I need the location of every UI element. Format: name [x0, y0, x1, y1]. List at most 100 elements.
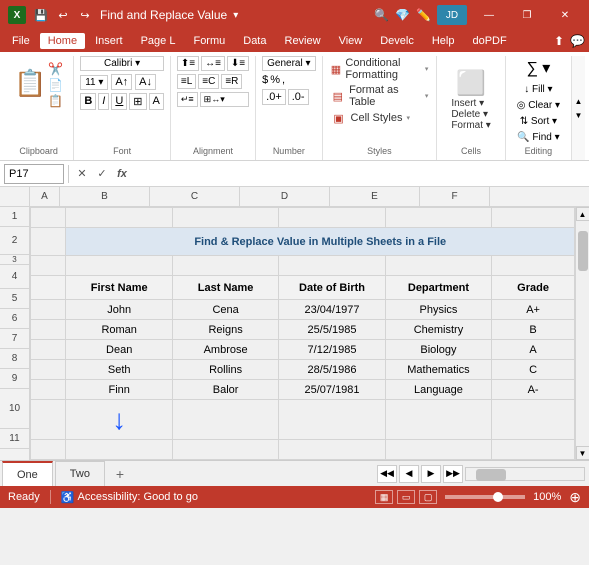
format-btn[interactable]: Format ▾: [451, 120, 490, 131]
comma-button[interactable]: ,: [282, 74, 285, 86]
cell-a1[interactable]: [31, 208, 66, 228]
formula-insert-function-button[interactable]: fx: [113, 165, 131, 183]
sheet-scroll-right-right[interactable]: ▶▶: [443, 465, 463, 483]
cell-e1[interactable]: [385, 208, 491, 228]
clear-button[interactable]: ◎ Clear ▾: [514, 99, 563, 112]
wrap-text-button[interactable]: ↵≡: [177, 92, 198, 107]
cell-styles-button[interactable]: ▣ Cell Styles ▾: [329, 110, 431, 126]
italic-button[interactable]: I: [98, 93, 109, 110]
cell-c11[interactable]: [172, 440, 278, 460]
center-align-button[interactable]: ≡C: [198, 74, 219, 89]
menu-developer[interactable]: Develc: [372, 33, 422, 49]
formula-cancel-button[interactable]: ✕: [73, 165, 91, 183]
number-format-dropdown[interactable]: General ▾: [262, 56, 315, 71]
cell-f3[interactable]: [492, 256, 575, 276]
cell-b9[interactable]: Finn: [66, 380, 172, 400]
cell-c7[interactable]: Ambrose: [172, 340, 278, 360]
cell-d8[interactable]: 28/5/1986: [279, 360, 385, 380]
find-select-button[interactable]: 🔍 Find ▾: [514, 131, 562, 144]
font-size-dropdown[interactable]: 11 ▾: [80, 75, 108, 90]
middle-align-button[interactable]: ↔≡: [201, 56, 225, 71]
cell-d9[interactable]: 25/07/1981: [279, 380, 385, 400]
increase-font-button[interactable]: A↑: [111, 74, 132, 90]
col-dob[interactable]: Date of Birth: [279, 276, 385, 300]
fill-button[interactable]: ↓ Fill ▾: [521, 83, 555, 96]
title-cell[interactable]: Find & Replace Value in Multiple Sheets …: [66, 228, 575, 256]
profile-btn[interactable]: JD: [437, 5, 467, 25]
cell-d6[interactable]: 25/5/1985: [279, 320, 385, 340]
paste-icon[interactable]: 📋: [48, 94, 63, 108]
cell-f10[interactable]: [492, 400, 575, 440]
col-grade[interactable]: Grade: [492, 276, 575, 300]
save-button[interactable]: 💾: [32, 6, 50, 24]
cell-b7[interactable]: Dean: [66, 340, 172, 360]
currency-button[interactable]: $: [262, 74, 268, 86]
copy-icon[interactable]: 📄: [48, 78, 63, 92]
col-first-name[interactable]: First Name: [66, 276, 172, 300]
edit-icon[interactable]: ✏️: [416, 8, 431, 22]
cell-a6[interactable]: [31, 320, 66, 340]
zoom-slider[interactable]: [445, 495, 525, 499]
sort-filter-button[interactable]: ⇅ Sort ▾: [517, 115, 560, 128]
cell-b6[interactable]: Roman: [66, 320, 172, 340]
percent-button[interactable]: %: [270, 74, 280, 86]
cells-button[interactable]: ⬜ Insert ▾ Delete ▾ Format ▾: [445, 56, 496, 144]
cell-e5[interactable]: Physics: [385, 300, 491, 320]
cell-f6[interactable]: B: [492, 320, 575, 340]
col-header-f[interactable]: F: [420, 187, 490, 206]
cell-c10[interactable]: [172, 400, 278, 440]
scroll-thumb[interactable]: [578, 231, 588, 271]
cell-a5[interactable]: [31, 300, 66, 320]
maximize-button[interactable]: ❐: [511, 5, 543, 25]
search-icon[interactable]: 🔍: [374, 8, 389, 22]
delete-btn[interactable]: Delete ▾: [451, 109, 490, 120]
menu-file[interactable]: File: [4, 33, 38, 49]
row-header-6[interactable]: 6: [0, 309, 29, 329]
row-header-1[interactable]: 1: [0, 207, 29, 227]
ribbon-display-icon[interactable]: 💬: [570, 34, 585, 48]
decrease-font-button[interactable]: A↓: [135, 74, 156, 90]
formula-input[interactable]: [135, 164, 585, 184]
ribbon-scroll-up[interactable]: ▲: [572, 94, 586, 108]
cell-d5[interactable]: 23/04/1977: [279, 300, 385, 320]
cell-a3[interactable]: [31, 256, 66, 276]
sheet-scroll-left-left[interactable]: ◀◀: [377, 465, 397, 483]
cell-a4[interactable]: [31, 276, 66, 300]
decrease-decimal-button[interactable]: .0-: [288, 89, 309, 105]
cell-c5[interactable]: Cena: [172, 300, 278, 320]
row-header-4[interactable]: 4: [0, 265, 29, 289]
cell-e8[interactable]: Mathematics: [385, 360, 491, 380]
menu-dopdf[interactable]: doPDF: [464, 33, 514, 49]
row-header-9[interactable]: 9: [0, 369, 29, 389]
cell-f11[interactable]: [492, 440, 575, 460]
normal-view-button[interactable]: ▦: [375, 490, 393, 504]
col-header-d[interactable]: D: [240, 187, 330, 206]
cell-c6[interactable]: Reigns: [172, 320, 278, 340]
scroll-track[interactable]: [576, 221, 589, 446]
h-scroll-thumb[interactable]: [476, 469, 506, 481]
cell-c8[interactable]: Rollins: [172, 360, 278, 380]
cell-e11[interactable]: [385, 440, 491, 460]
row-header-2[interactable]: 2: [0, 227, 29, 255]
cut-icon[interactable]: ✂️: [48, 62, 63, 76]
row-header-10[interactable]: 10: [0, 389, 29, 429]
menu-review[interactable]: Review: [277, 33, 329, 49]
page-break-view-button[interactable]: ▢: [419, 490, 437, 504]
cell-e3[interactable]: [385, 256, 491, 276]
row-header-3[interactable]: 3: [0, 255, 29, 265]
cell-c1[interactable]: [172, 208, 278, 228]
sheet-tab-two[interactable]: Two: [55, 461, 105, 486]
cell-b3[interactable]: [66, 256, 172, 276]
sheet-scroll-left[interactable]: ◀: [399, 465, 419, 483]
title-dropdown-icon[interactable]: ▾: [233, 10, 238, 21]
top-align-button[interactable]: ⬆≡: [177, 56, 199, 71]
cell-d1[interactable]: [279, 208, 385, 228]
horizontal-scrollbar[interactable]: [465, 467, 585, 481]
col-header-b[interactable]: B: [60, 187, 150, 206]
cell-a11[interactable]: [31, 440, 66, 460]
cell-e7[interactable]: Biology: [385, 340, 491, 360]
border-button[interactable]: ⊞: [129, 93, 146, 110]
cell-d11[interactable]: [279, 440, 385, 460]
zoom-thumb[interactable]: [493, 492, 503, 502]
menu-insert[interactable]: Insert: [87, 33, 131, 49]
